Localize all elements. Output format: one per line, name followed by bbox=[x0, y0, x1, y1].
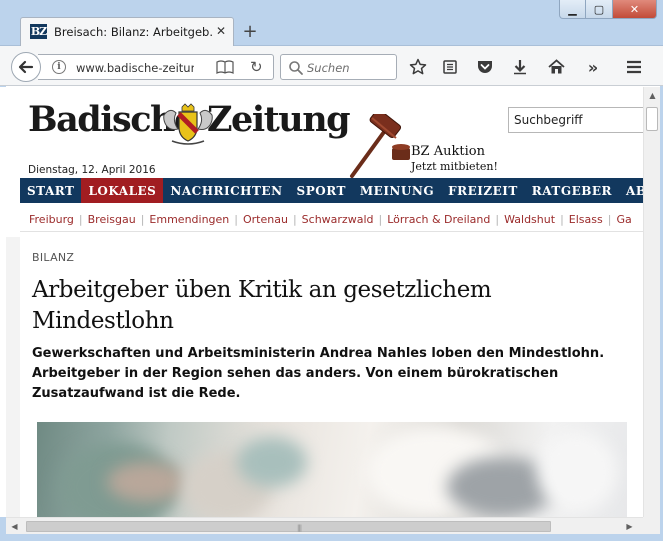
window-controls: ▁ ▢ ✕ bbox=[559, 0, 657, 20]
article-photo[interactable] bbox=[37, 422, 627, 517]
auction-title[interactable]: BZ Auktion bbox=[411, 144, 485, 159]
close-window-icon[interactable]: ✕ bbox=[613, 0, 657, 19]
photo-blur-shape bbox=[537, 432, 617, 512]
nav-item-ratgeber[interactable]: RATGEBER bbox=[525, 178, 619, 203]
subnav-item-more[interactable]: Ga bbox=[611, 213, 636, 226]
pocket-icon[interactable] bbox=[475, 57, 495, 77]
nav-item-lokales[interactable]: LOKALES bbox=[81, 178, 164, 203]
search-bar[interactable]: Suchen bbox=[280, 54, 397, 80]
nav-item-nachrichten[interactable]: NACHRICHTEN bbox=[163, 178, 289, 203]
download-icon[interactable] bbox=[510, 57, 530, 77]
auction-subtitle[interactable]: Jetzt mitbieten! bbox=[411, 160, 498, 173]
subnav-item-loerrach[interactable]: Lörrach & Dreiland bbox=[382, 213, 495, 226]
tab-title: Breisach: Bilanz: Arbeitgeb... bbox=[54, 25, 214, 39]
reader-view-icon[interactable] bbox=[216, 60, 234, 74]
site-favicon-icon: BZ bbox=[30, 24, 47, 39]
article-headline: Arbeitgeber üben Kritik an gesetzlichem … bbox=[32, 277, 492, 334]
subnav-item-breisgau[interactable]: Breisgau bbox=[83, 213, 141, 226]
vertical-scrollbar[interactable]: ▲ bbox=[643, 87, 660, 517]
scroll-right-icon[interactable]: ▶ bbox=[621, 518, 638, 535]
vertical-scroll-thumb[interactable] bbox=[646, 107, 658, 131]
auction-hammer-icon[interactable] bbox=[346, 114, 412, 178]
subnav-item-ortenau[interactable]: Ortenau bbox=[238, 213, 293, 226]
subnav-item-elsass[interactable]: Elsass bbox=[564, 213, 608, 226]
window-frame-bottom bbox=[0, 534, 663, 541]
browser-tab[interactable]: BZ Breisach: Bilanz: Arbeitgeb... ✕ bbox=[20, 17, 234, 46]
scroll-left-icon[interactable]: ◀ bbox=[6, 518, 23, 535]
reload-icon[interactable]: ↻ bbox=[250, 58, 263, 76]
subnav-item-schwarzwald[interactable]: Schwarzwald bbox=[297, 213, 379, 226]
reading-list-icon[interactable] bbox=[440, 57, 460, 77]
nav-item-freizeit[interactable]: FREIZEIT bbox=[441, 178, 525, 203]
current-date: Dienstag, 12. April 2016 bbox=[28, 164, 156, 176]
nav-item-abo[interactable]: ABO bbox=[619, 178, 643, 203]
web-page: Badische Zeitung Dienstag, 12. April 201… bbox=[0, 87, 643, 517]
tab-close-icon[interactable]: ✕ bbox=[214, 24, 228, 38]
back-button[interactable] bbox=[11, 52, 41, 82]
maximize-icon[interactable]: ▢ bbox=[586, 0, 613, 19]
overflow-icon[interactable]: » bbox=[583, 57, 603, 77]
regional-navigation: Freiburg | Breisgau | Emmendingen | Orte… bbox=[20, 208, 643, 232]
subnav-item-emmendingen[interactable]: Emmendingen bbox=[144, 213, 234, 226]
photo-blur-shape bbox=[107, 462, 187, 502]
subnav-item-freiburg[interactable]: Freiburg bbox=[20, 213, 79, 226]
back-icon bbox=[18, 60, 34, 74]
scroll-grip-icon: ||| bbox=[297, 524, 302, 532]
subnav-item-waldshut[interactable]: Waldshut bbox=[499, 213, 560, 226]
bookmark-star-icon[interactable] bbox=[408, 57, 428, 77]
scroll-up-icon[interactable]: ▲ bbox=[644, 87, 661, 104]
new-tab-icon[interactable]: + bbox=[240, 21, 260, 42]
url-bar[interactable]: i www.badische-zeitung ↻ bbox=[38, 54, 274, 80]
site-search-placeholder: Suchbegriff bbox=[514, 113, 583, 127]
site-search-input[interactable]: Suchbegriff bbox=[508, 107, 643, 133]
window-titlebar: BZ Breisach: Bilanz: Arbeitgeb... ✕ + ▁ … bbox=[0, 0, 663, 46]
article: BILANZ Arbeitgeber üben Kritik an gesetz… bbox=[20, 237, 643, 517]
info-icon[interactable]: i bbox=[52, 60, 66, 74]
minimize-icon[interactable]: ▁ bbox=[559, 0, 586, 19]
url-text[interactable]: www.badische-zeitung bbox=[76, 61, 194, 75]
photo-blur-shape bbox=[237, 437, 307, 487]
search-icon bbox=[289, 61, 303, 75]
horizontal-scroll-thumb[interactable]: ||| bbox=[26, 521, 551, 532]
article-kicker: BILANZ bbox=[32, 251, 75, 264]
logo-text-right: Zeitung bbox=[207, 99, 351, 140]
article-lead: Gewerkschaften und Arbeitsministerin And… bbox=[32, 346, 605, 401]
menu-icon[interactable] bbox=[624, 57, 644, 77]
nav-item-meinung[interactable]: MEINUNG bbox=[353, 178, 441, 203]
search-input[interactable]: Suchen bbox=[307, 61, 350, 75]
scrollbar-corner bbox=[643, 517, 660, 534]
nav-item-sport[interactable]: SPORT bbox=[290, 178, 353, 203]
horizontal-scrollbar[interactable]: ◀ ||| ▶ bbox=[6, 517, 643, 534]
home-icon[interactable] bbox=[546, 57, 566, 77]
nav-item-start[interactable]: START bbox=[20, 178, 81, 203]
nav-toolbar: i www.badische-zeitung ↻ Suchen » bbox=[0, 46, 663, 86]
main-navigation: START LOKALES NACHRICHTEN SPORT MEINUNG … bbox=[20, 178, 643, 203]
